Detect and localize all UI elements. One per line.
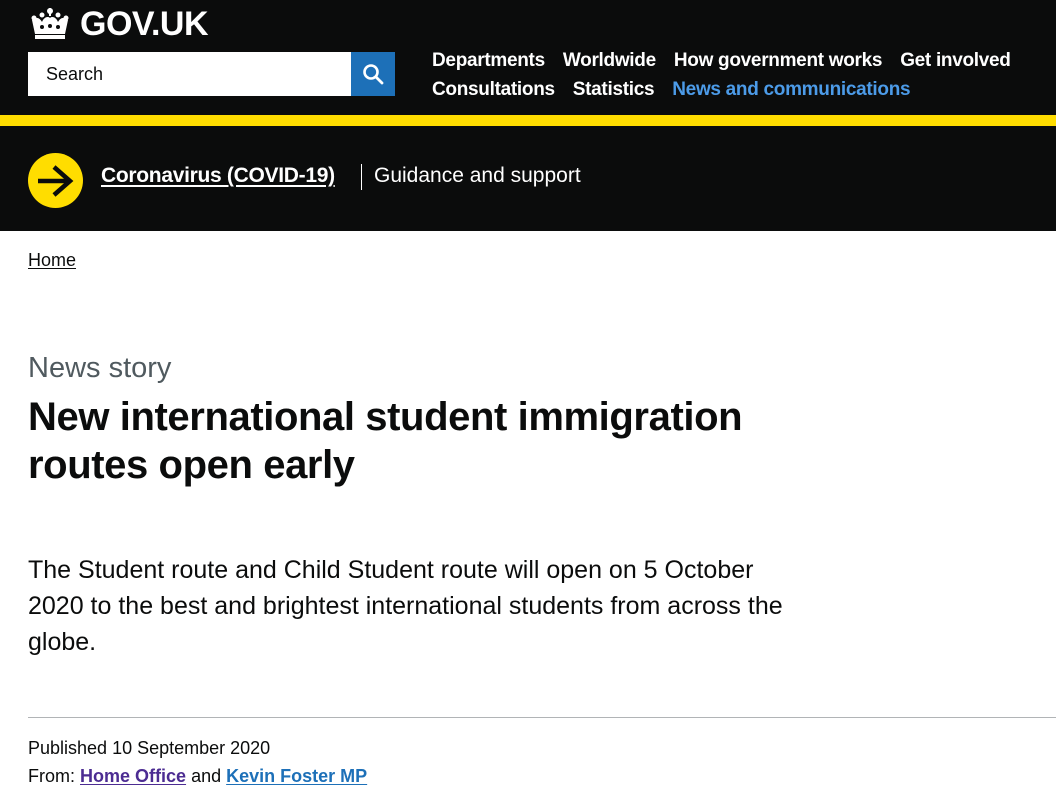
covid-link[interactable]: Coronavirus (COVID-19) xyxy=(101,164,335,188)
govuk-logo-link[interactable]: GOV.UK xyxy=(28,4,209,44)
from-metadata: From: Home Office and Kevin Foster MP xyxy=(28,766,367,787)
from-person-link[interactable]: Kevin Foster MP xyxy=(226,766,367,786)
search-input[interactable] xyxy=(28,52,351,96)
site-header: GOV.UK Departments Worldwide How governm… xyxy=(0,0,1056,115)
from-org-link[interactable]: Home Office xyxy=(80,766,186,786)
logo-text: GOV.UK xyxy=(80,4,209,43)
nav-link-consultations[interactable]: Consultations xyxy=(432,79,555,101)
breadcrumb-home[interactable]: Home xyxy=(28,250,76,271)
divider xyxy=(28,717,1056,718)
nav-link-get-involved[interactable]: Get involved xyxy=(900,50,1011,72)
from-and: and xyxy=(191,766,222,786)
arrow-glyph xyxy=(37,164,73,197)
search-button[interactable] xyxy=(351,52,395,96)
published-date: 10 September 2020 xyxy=(112,738,271,758)
nav-row-1: Departments Worldwide How government wor… xyxy=(432,46,1042,75)
from-label: From: xyxy=(28,766,75,786)
crown-icon xyxy=(31,8,69,39)
covid-divider xyxy=(361,164,362,190)
nav-link-departments[interactable]: Departments xyxy=(432,50,545,72)
article-caption: News story xyxy=(28,352,172,384)
nav-link-worldwide[interactable]: Worldwide xyxy=(563,50,656,72)
header-accent-bar xyxy=(0,115,1056,126)
main-navigation: Departments Worldwide How government wor… xyxy=(432,46,1042,104)
search-icon xyxy=(363,64,384,85)
nav-link-how-government-works[interactable]: How government works xyxy=(674,50,883,72)
arrow-right-icon[interactable] xyxy=(28,153,83,208)
nav-link-statistics[interactable]: Statistics xyxy=(573,79,655,101)
site-search xyxy=(28,52,395,96)
article-lead: The Student route and Child Student rout… xyxy=(28,556,783,656)
page-title: New international student immigration ro… xyxy=(28,395,743,487)
nav-link-news-and-communications[interactable]: News and communications xyxy=(672,79,910,101)
nav-row-2: Consultations Statistics News and commun… xyxy=(432,75,1042,104)
covid-banner: Coronavirus (COVID-19) Guidance and supp… xyxy=(0,126,1056,231)
published-metadata: Published 10 September 2020 xyxy=(28,738,270,759)
published-label: Published xyxy=(28,738,108,758)
covid-guidance-text: Guidance and support xyxy=(374,164,581,187)
